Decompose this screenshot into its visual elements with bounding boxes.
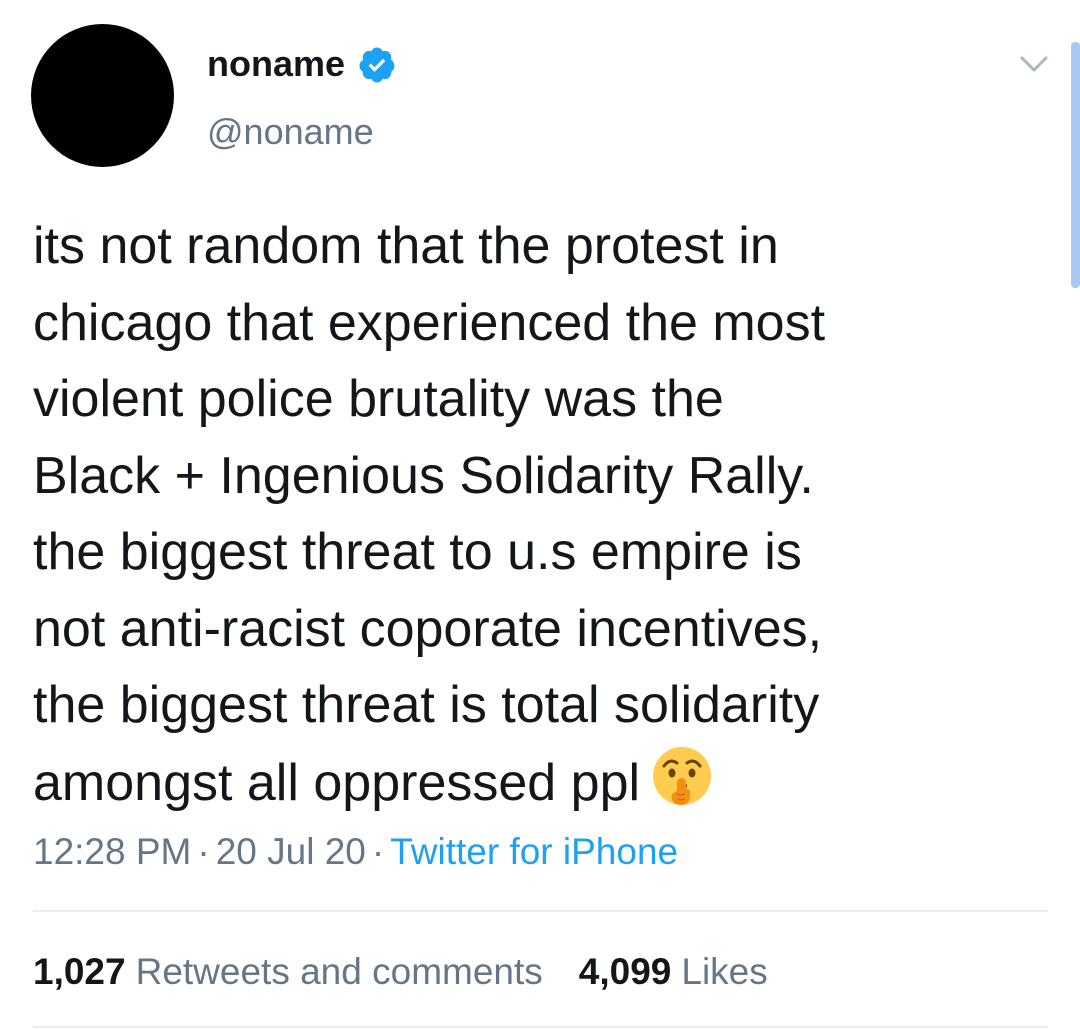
likes-label: Likes [681, 951, 768, 992]
tweet-time[interactable]: 12:28 PM [33, 831, 191, 872]
retweets-count: 1,027 [33, 951, 126, 992]
tweet-text-line: not anti-racist coporate incentives, [33, 599, 823, 658]
avatar[interactable] [31, 24, 174, 167]
tweet-text-line-last: amongst all oppressed ppl [33, 744, 1033, 822]
tweet-text-line: Black + Ingenious Solidarity Rally. [33, 446, 814, 505]
tweet-source-link[interactable]: Twitter for iPhone [390, 831, 678, 872]
chevron-down-icon[interactable] [1016, 52, 1052, 76]
tweet-text-line: amongst all oppressed ppl [33, 753, 641, 812]
scrollbar[interactable] [1071, 42, 1080, 288]
tweet-date[interactable]: 20 Jul 20 [216, 831, 366, 872]
retweets-stat[interactable]: 1,027 Retweets and comments [33, 946, 543, 998]
tweet-stats: 1,027 Retweets and comments 4,099 Likes [33, 946, 768, 998]
divider [33, 1026, 1048, 1028]
tweet-text: its not random that the protest in chica… [33, 208, 1033, 821]
meta-separator: · [197, 831, 210, 872]
tweet-text-line: the biggest threat to u.s empire is [33, 523, 802, 581]
tweet-text-line: the biggest threat is total solidarity [33, 676, 820, 734]
tweet-meta: 12:28 PM · 20 Jul 20 · Twitter for iPhone [33, 828, 678, 876]
tweet-text-line: chicago that experienced the most [33, 293, 826, 352]
user-handle[interactable]: @noname [207, 110, 374, 154]
tweet-text-line: its not random that the protest in [33, 217, 779, 275]
tweet-text-line: violent police brutality was the [33, 370, 724, 428]
display-name[interactable]: noname [207, 42, 345, 86]
likes-count: 4,099 [578, 951, 672, 992]
likes-stat[interactable]: 4,099 Likes [579, 946, 768, 998]
shushing-face-icon [653, 746, 712, 805]
meta-separator: · [371, 831, 385, 872]
tweet-detail: noname @noname its not random that the p… [0, 0, 1080, 1030]
author-name-row: noname [207, 42, 397, 86]
verified-badge-icon [359, 47, 395, 83]
retweets-label: Retweets and comments [135, 951, 543, 992]
divider [33, 910, 1048, 912]
